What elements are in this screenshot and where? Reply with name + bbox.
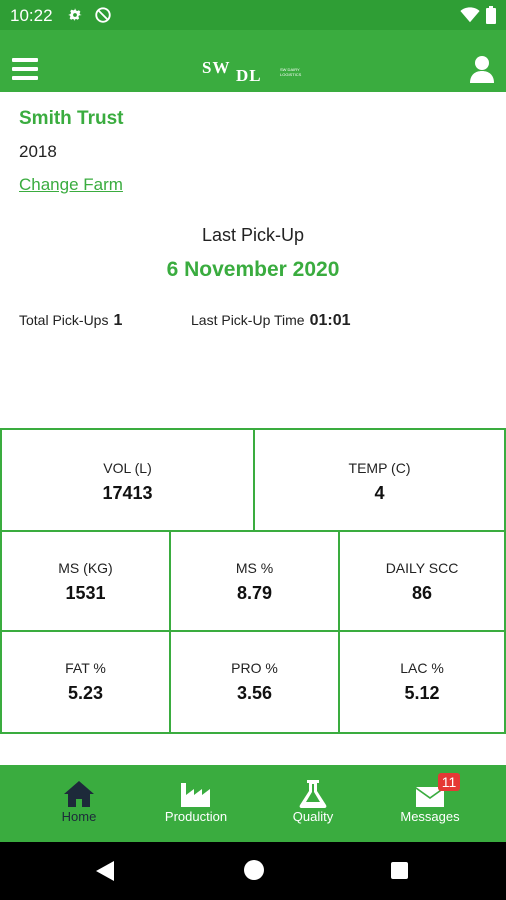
metric-value: 8.79	[236, 583, 273, 603]
nav-quality-label: Quality	[292, 809, 334, 824]
metric-value: 4	[374, 483, 385, 503]
metric-label: MS %	[235, 560, 274, 576]
user-profile-icon[interactable]	[470, 55, 494, 83]
farm-name: Smith Trust	[19, 108, 124, 129]
battery-icon	[486, 6, 496, 24]
flask-icon	[299, 780, 327, 808]
metrics-grid: VOL (L) 17413 TEMP (C) 4 MS (KG) 1531 MS…	[0, 428, 506, 734]
metric-value: 1531	[65, 583, 106, 603]
nav-home-label: Home	[61, 809, 97, 824]
messages-badge: 11	[438, 773, 460, 791]
metric-label: LAC %	[400, 660, 444, 676]
app-bar: SW DL SW Dairy Logistics	[0, 30, 506, 92]
nav-quality[interactable]: Quality	[258, 765, 368, 842]
metric-label: FAT %	[65, 660, 106, 676]
back-icon[interactable]	[94, 860, 116, 882]
nav-messages[interactable]: 11 Messages	[375, 765, 485, 842]
wifi-icon	[460, 7, 480, 23]
metric-label: DAILY SCC	[385, 560, 459, 576]
metric-ms-kg: MS (KG) 1531	[0, 530, 171, 632]
total-pickups-label: Total Pick-Ups	[19, 312, 109, 328]
metric-daily-scc: DAILY SCC 86	[338, 530, 506, 632]
menu-icon-line	[12, 58, 38, 62]
metric-vol: VOL (L) 17413	[0, 430, 255, 532]
nav-home[interactable]: Home	[24, 765, 134, 842]
nav-production-label: Production	[164, 809, 228, 824]
sync-off-icon	[95, 7, 111, 23]
nav-messages-label: Messages	[400, 809, 460, 824]
metric-value: 5.12	[404, 683, 440, 703]
total-pickups: Total Pick-Ups 1	[19, 312, 122, 330]
logo-text-dl: DL	[236, 66, 262, 85]
metric-lac: LAC % 5.12	[338, 630, 506, 734]
metric-label: VOL (L)	[103, 460, 152, 476]
menu-icon-line	[12, 67, 38, 71]
home-circle-icon[interactable]	[244, 860, 264, 880]
swdl-logo: SW DL SW Dairy Logistics	[202, 58, 312, 85]
metric-value: 3.56	[236, 683, 273, 703]
last-pickup-time-value: 01:01	[309, 312, 351, 329]
status-bar: 10:22	[0, 0, 506, 30]
factory-icon	[181, 783, 210, 807]
bottom-nav: Home Production Quality 11 Messages	[0, 765, 506, 842]
nav-production[interactable]: Production	[141, 765, 251, 842]
metric-label: PRO %	[231, 660, 278, 676]
last-pickup-time: Last Pick-Up Time 01:01	[191, 312, 351, 330]
metric-fat: FAT % 5.23	[0, 630, 171, 734]
metric-value: 86	[411, 583, 433, 603]
last-pickup-time-label: Last Pick-Up Time	[191, 312, 305, 328]
metric-temp: TEMP (C) 4	[253, 430, 506, 532]
last-pickup-date: 6 November 2020	[166, 258, 340, 281]
settings-icon	[68, 8, 82, 22]
recent-apps-icon[interactable]	[391, 862, 408, 879]
metric-ms-pct: MS % 8.79	[169, 530, 340, 632]
menu-button[interactable]	[12, 58, 38, 80]
metric-value: 5.23	[67, 683, 104, 703]
metric-pro: PRO % 3.56	[169, 630, 340, 734]
logo-tagline: SW Dairy Logistics	[280, 67, 302, 77]
metric-value: 17413	[102, 483, 153, 503]
total-pickups-value: 1	[113, 312, 123, 329]
status-time: 10:22	[10, 6, 53, 25]
logo-text-sw: SW	[202, 58, 231, 77]
last-pickup-heading: Last Pick-Up	[201, 225, 305, 245]
system-nav-bar	[0, 842, 506, 900]
metric-label: TEMP (C)	[348, 460, 411, 476]
change-farm-link[interactable]: Change Farm	[19, 175, 123, 195]
farm-year: 2018	[19, 142, 57, 161]
home-icon	[64, 781, 94, 807]
menu-icon-line	[12, 76, 38, 80]
metric-label: MS (KG)	[58, 560, 113, 576]
